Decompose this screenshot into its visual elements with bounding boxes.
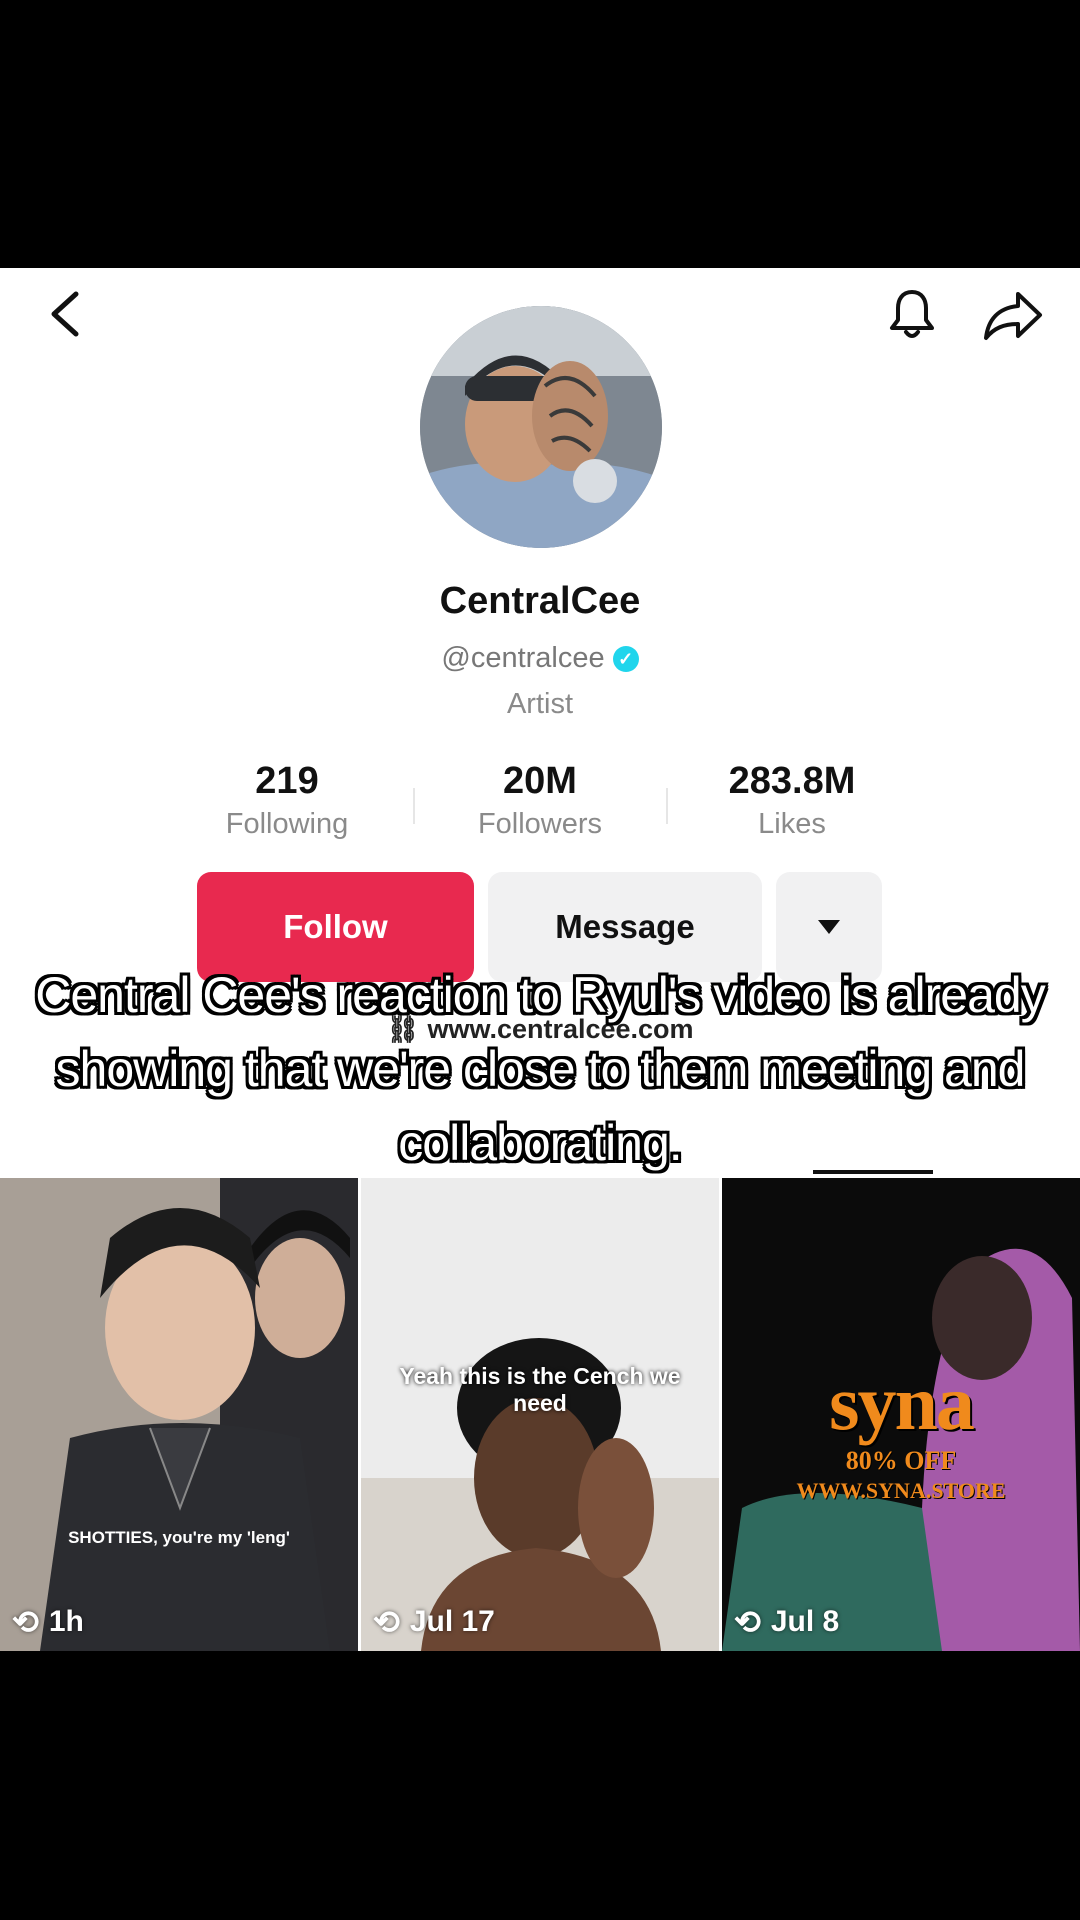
stat-divider [666,788,668,824]
stat-value: 283.8M [728,760,856,802]
video-tile[interactable]: SHOTTIES, you're my 'leng' ⟲ 1h [0,1178,358,1651]
back-chevron-icon[interactable] [44,288,86,340]
video-tile[interactable]: Yeah this is the Cench we need ⟲ Jul 17 [361,1178,719,1651]
video-meta: ⟲ Jul 8 [734,1603,839,1641]
display-name: CentralCee [439,580,641,622]
repost-icon: ⟲ [12,1604,39,1640]
stats-row: 219 Following 20M Followers 283.8M Likes [0,758,1080,848]
video-meta: ⟲ 1h [12,1603,84,1641]
share-arrow-icon[interactable] [982,288,1044,342]
avatar-photo [420,306,662,548]
repost-icon: ⟲ [373,1604,400,1640]
stat-value: 219 [255,760,319,802]
handle-row: @centralcee ✓ [0,642,1080,675]
caption-overlay: Central Cee's reaction to Ryul's video i… [35,967,1045,1171]
video-time: 1h [48,1605,84,1638]
video-tile[interactable]: syna 80% OFF WWW.SYNA.STORE ⟲ Jul 8 [722,1178,1080,1651]
notification-bell-icon[interactable] [884,286,940,342]
repost-icon: ⟲ [734,1604,761,1640]
stat-followers[interactable]: 20M Followers [420,758,660,844]
stat-divider [413,788,415,824]
handle: @centralcee [441,642,605,674]
stat-likes[interactable]: 283.8M Likes [672,758,912,844]
video-thumbnail [0,1178,358,1651]
video-overlay-line1: 80% OFF [845,1446,957,1475]
avatar[interactable] [420,306,662,548]
profile-screen: CentralCee @centralcee ✓ Artist 219 Follo… [0,268,1080,1651]
stat-label: Following [225,808,349,840]
video-time: Jul 17 [409,1605,495,1638]
video-overlay-text: Yeah this is the Cench we need [399,1363,681,1416]
video-meta: ⟲ Jul 17 [373,1603,495,1641]
category-label: Artist [506,688,574,720]
stat-label: Followers [477,808,603,840]
stat-label: Likes [758,808,826,840]
video-grid: SHOTTIES, you're my 'leng' ⟲ 1h Yeah this… [0,1178,1080,1651]
video-overlay-text: SHOTTIES, you're my 'leng' [68,1528,290,1547]
video-overlay-brand: syna [829,1359,975,1446]
video-time: Jul 8 [770,1605,840,1638]
stat-following[interactable]: 219 Following [167,758,407,844]
dropdown-arrow-icon [818,920,840,934]
stat-value: 20M [503,760,577,802]
verified-check-icon: ✓ [612,646,639,672]
video-overlay-line2: WWW.SYNA.STORE [796,1478,1006,1503]
